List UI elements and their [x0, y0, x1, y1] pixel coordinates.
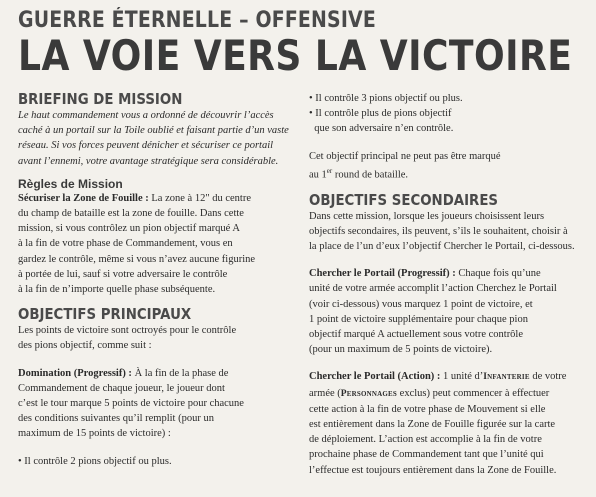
portal-progressive-line: (voir ci-dessous) vous marquez 1 point d… [309, 298, 533, 310]
briefing-line: avant l’ennemi, votre avantage stratégiq… [18, 155, 279, 167]
secondary-intro: Dans cette mission, lorsque les joueurs … [309, 209, 587, 255]
portal-action-line: prochaine phase de Commandement tant que… [309, 449, 544, 461]
bullet-condition-3: • Il contrôle plus de pions objectif [309, 108, 452, 120]
primary-objectives-heading: OBJECTIFS PRINCIPAUX [18, 305, 192, 324]
briefing-heading: BRIEFING DE MISSION [18, 90, 183, 108]
bullet-condition-3-continued: que son adversaire n’en contrôle. [309, 123, 454, 135]
portal-progressive-line: 1 point de victoire supplémentaire pour … [309, 313, 528, 325]
rule-line: à portée de lui, sauf si votre adversair… [18, 268, 228, 280]
domination-line: Commandement de chaque joueur, le joueur… [18, 382, 225, 394]
briefing-line: Le haut commandement vous a ordonné de d… [18, 110, 274, 121]
domination-line: c’est le tour marque 5 points de victoir… [18, 398, 244, 410]
domination-line: maximum de 15 points de victoire) : [18, 428, 171, 440]
rule-line: du champ de bataille est la zone de foui… [18, 208, 244, 220]
domination-rule: Domination (Progressif) : À la fin de la… [18, 366, 301, 442]
rule-name: Sécuriser la Zone de Fouille : [18, 192, 149, 204]
portal-progressive-line: (pour un maximum de 5 points de victoire… [309, 344, 493, 356]
keyword-infantry: Infanterie [483, 372, 530, 383]
briefing-line: réseau. Si vos forces peuvent dénicher e… [18, 140, 274, 152]
secondary-line: Dans cette mission, lorsque les joueurs … [309, 210, 545, 222]
rule-line: à la fin de votre phase de Commandement,… [18, 238, 233, 250]
portal-progressive-rule: Chercher le Portail (Progressif) : Chaqu… [309, 266, 587, 357]
domination-name: Domination (Progressif) : [18, 367, 132, 379]
right-column: • Il contrôle 3 pions objectif ou plus. … [309, 91, 587, 478]
portal-action-rule: Chercher le Portail (Action) : 1 unité d… [309, 369, 587, 477]
secondary-objectives-heading: OBJECTIFS SECONDAIRES [309, 190, 499, 209]
bullet-condition-2: • Il contrôle 3 pions objectif ou plus. [309, 93, 463, 104]
briefing-text: Le haut commandement vous a ordonné de d… [18, 108, 301, 169]
rule-line: La zone à 12" du centre [148, 192, 252, 204]
portal-progressive-line: unité de votre armée accomplit l’action … [309, 283, 557, 295]
rule-line: à la fin de n’importe quelle phase subsé… [18, 284, 216, 296]
portal-action-line: l’effectue est toujours entièrement dans… [309, 464, 557, 476]
mission-title: LA VOIE VERS LA VICTOIRE [18, 31, 573, 80]
primary-intro-line: des pions objectif, comme suit : [18, 340, 152, 352]
primary-note-line: au 1er round de bataille. [309, 166, 409, 181]
secondary-line: la place de l’un d’eux l’objectif Cherch… [309, 240, 575, 252]
keyword-characters: Personnages [340, 388, 398, 399]
primary-note-line: Cet objectif principal ne peut pas être … [309, 150, 501, 162]
rule-line: mission, si vous contrôlez un pion objec… [18, 223, 240, 235]
secondary-line: objectifs secondaires, ils peuvent, s’il… [309, 225, 568, 237]
bullet-condition-1: • Il contrôle 2 pions objectif ou plus. [18, 455, 172, 467]
rules-text: Sécuriser la Zone de Fouille : La zone à… [18, 191, 301, 297]
rule-line: gardez le contrôle, même si vous n’avez … [18, 253, 256, 265]
primary-intro-line: Les points de victoire sont octroyés pou… [18, 325, 237, 337]
portal-action-name: Chercher le Portail (Action) : [309, 371, 441, 383]
portal-action-line: est entièrement dans la Zone de Fouille … [309, 418, 556, 430]
primary-intro: Les points de victoire sont octroyés pou… [18, 323, 301, 353]
portal-progressive-line: objectif marqué A actuellement sous votr… [309, 328, 524, 340]
left-column: BRIEFING DE MISSION Le haut commandement… [18, 90, 301, 469]
portal-action-line: cette action à la fin de votre phase de … [309, 403, 546, 415]
briefing-line: caché à un portail sur la Toile oublié e… [18, 125, 289, 137]
rules-page: GUERRE ÉTERNELLE – OFFENSIVE LA VOIE VER… [0, 0, 596, 497]
portal-progressive-name: Chercher le Portail (Progressif) : [309, 268, 456, 280]
rules-heading: Règles de Mission [18, 176, 123, 191]
portal-action-line: de déploiement. L’action est accomplie à… [309, 434, 542, 446]
domination-line: À la fin de la phase de [131, 367, 229, 379]
domination-line: des conditions suivantes qu’il remplit (… [18, 413, 214, 425]
mission-supertitle: GUERRE ÉTERNELLE – OFFENSIVE [18, 8, 376, 33]
